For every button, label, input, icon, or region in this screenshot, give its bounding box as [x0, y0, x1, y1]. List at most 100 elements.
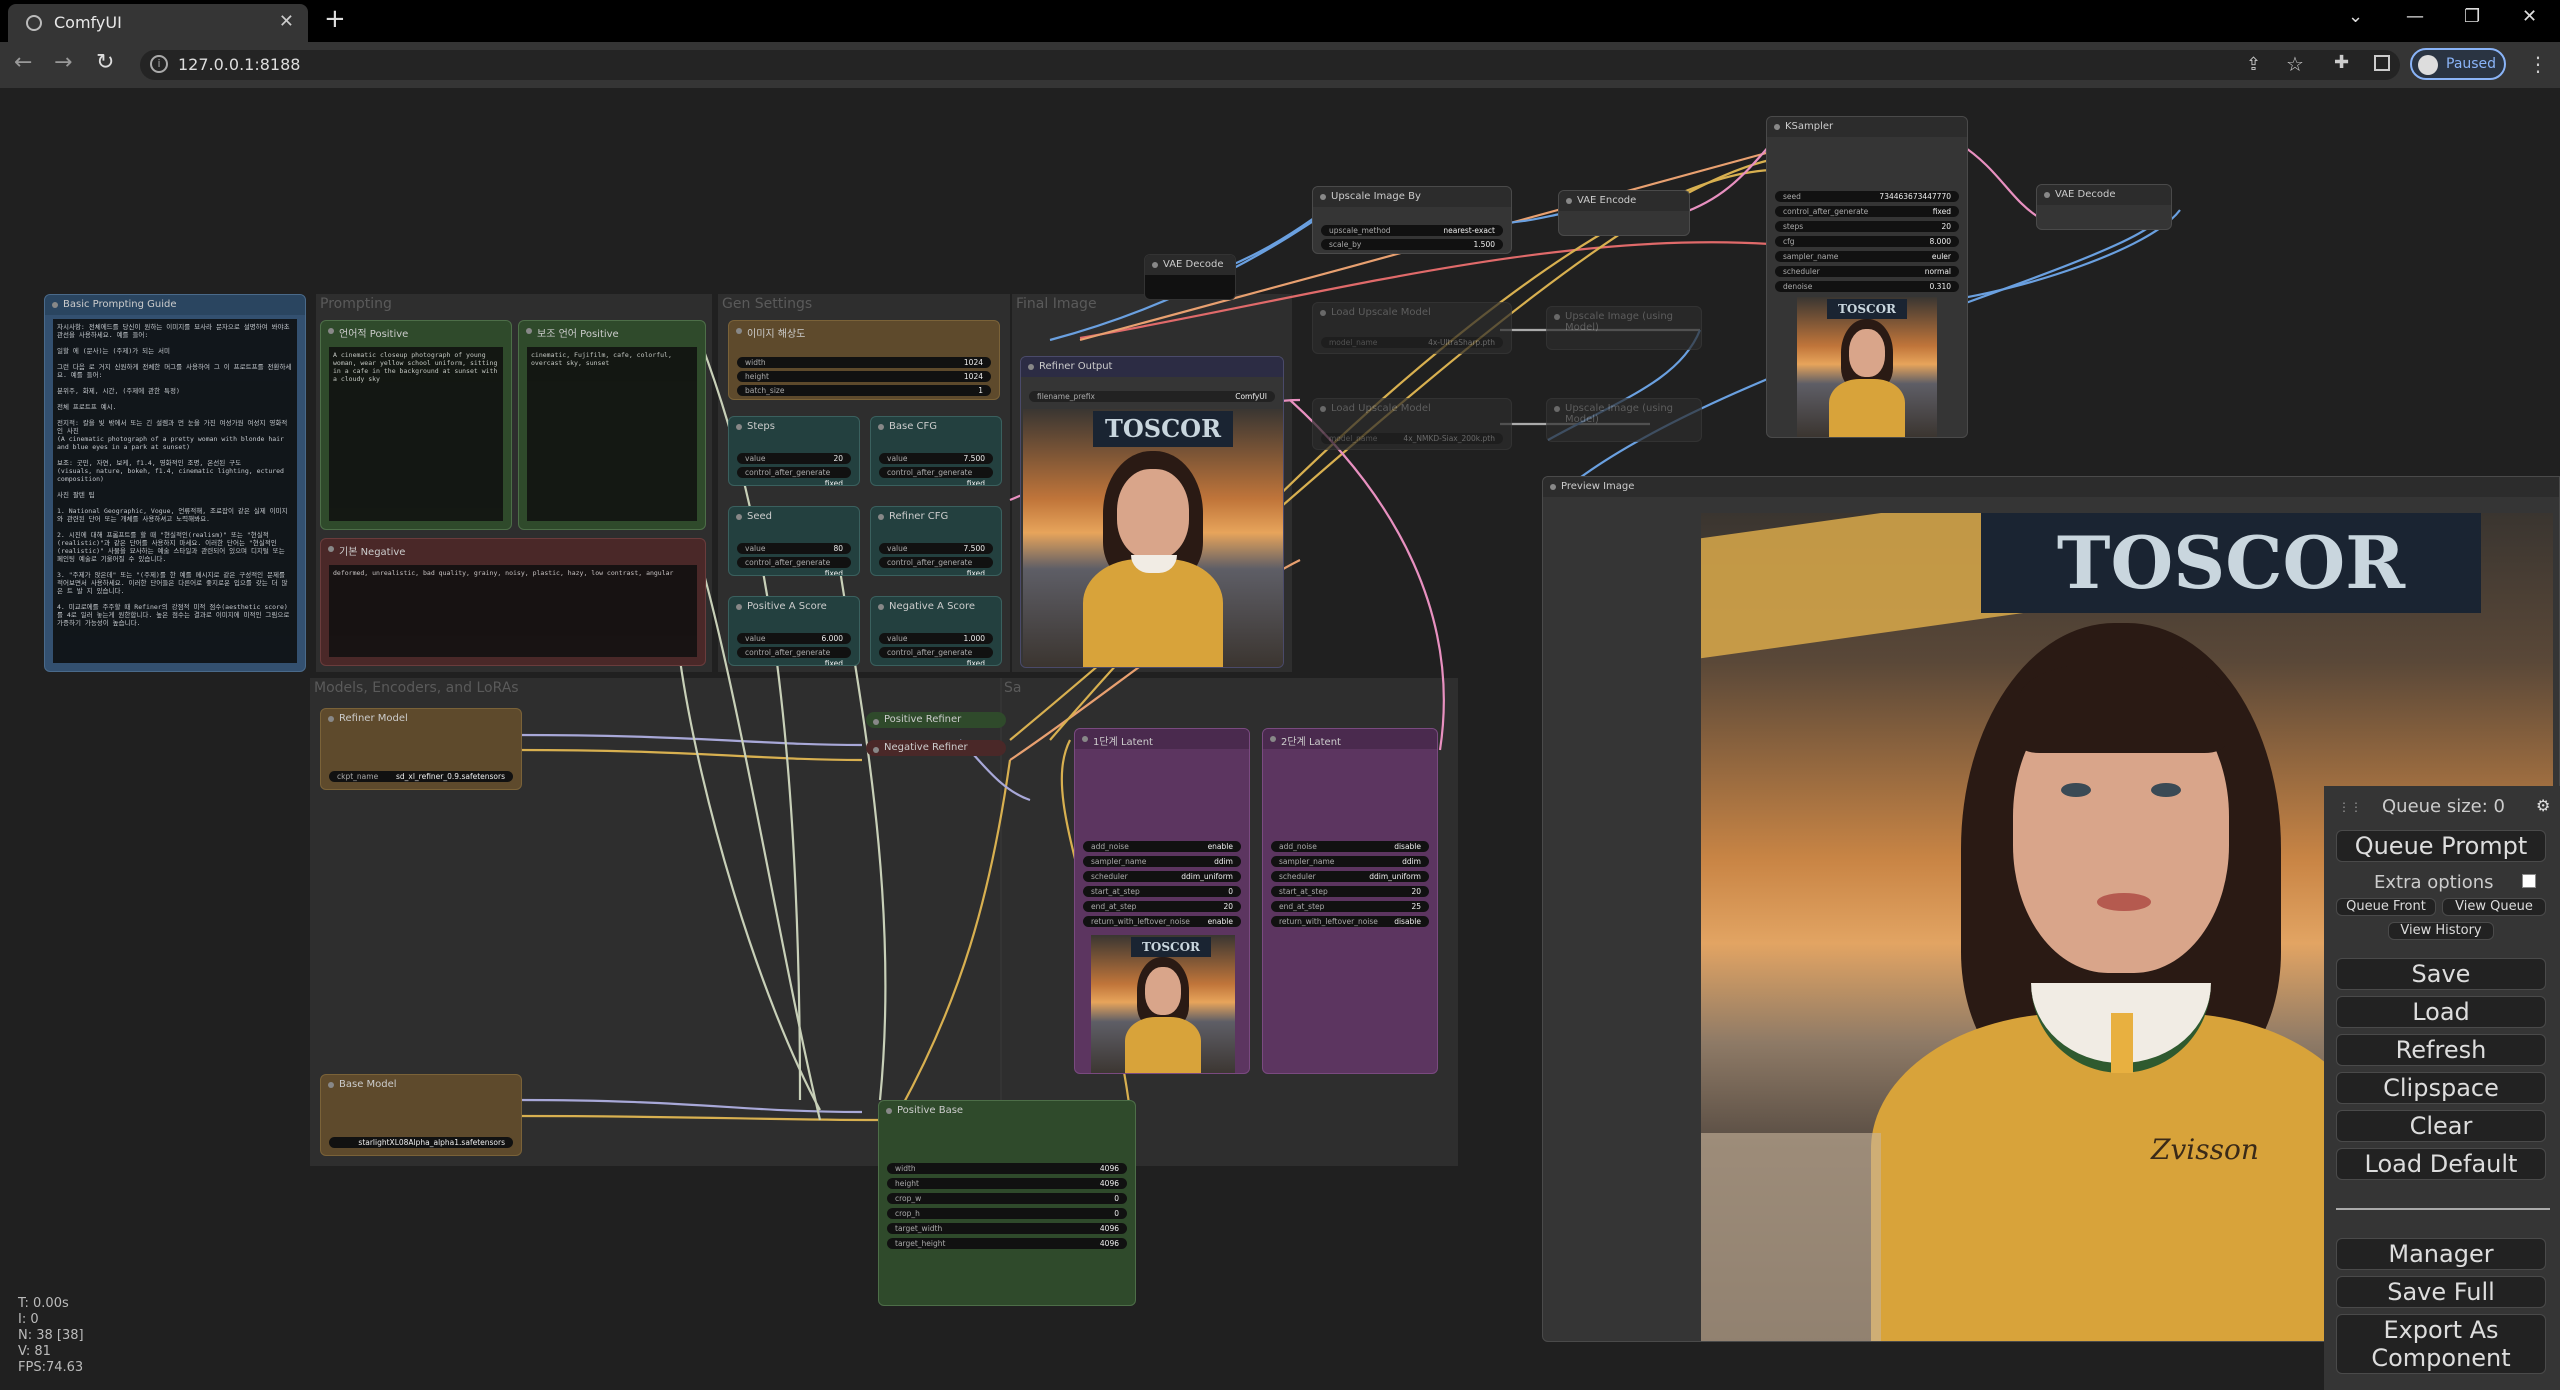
- save-button[interactable]: Save: [2336, 958, 2546, 990]
- cfg-widget[interactable]: cfg 8.000: [1775, 236, 1959, 247]
- pos-score-value-widget[interactable]: value 6.000: [737, 633, 851, 644]
- guide-textarea[interactable]: 자시사항: 전체에드를 당신이 원하는 이미지를 묘사라 문자으로 설명하여 봐…: [53, 319, 297, 663]
- batch-size-widget[interactable]: batch_size 1: [737, 385, 991, 396]
- view-queue-button[interactable]: View Queue: [2442, 898, 2546, 916]
- base-cfg-node[interactable]: Base CFG value 7.500 control_after_genera…: [870, 416, 1002, 486]
- queue-prompt-button[interactable]: Queue Prompt: [2336, 830, 2546, 862]
- add-noise-widget[interactable]: add_noise disable: [1271, 841, 1429, 852]
- upscale-using-model-node[interactable]: Upscale Image (using Model): [1546, 306, 1702, 350]
- refiner-ckpt-widget[interactable]: ckpt_name sd_xl_refiner_0.9.safetensors: [329, 771, 513, 782]
- refiner-output-node[interactable]: Refiner Output filename_prefix ComfyUI TO…: [1020, 356, 1284, 668]
- filename-prefix-widget[interactable]: filename_prefix ComfyUI: [1029, 391, 1275, 402]
- seed-widget[interactable]: seed 734463673447770: [1775, 191, 1959, 202]
- target-width-widget[interactable]: target_width 4096: [887, 1223, 1127, 1234]
- width-widget[interactable]: width 4096: [887, 1163, 1127, 1174]
- clipspace-button[interactable]: Clipspace: [2336, 1072, 2546, 1104]
- negative-prompt-node[interactable]: 기본 Negative deformed, unrealistic, bad q…: [320, 538, 706, 666]
- base-cfg-value-widget[interactable]: value 7.500: [879, 453, 993, 464]
- sampler-name-widget[interactable]: sampler_name ddim: [1271, 856, 1429, 867]
- stage2-latent-node[interactable]: 2단계 Latent add_noise disable sampler_name…: [1262, 728, 1438, 1074]
- upscale-using-model-node-2[interactable]: Upscale Image (using Model): [1546, 398, 1702, 442]
- control-after-generate-widget[interactable]: control_after_generate fixed: [1775, 206, 1959, 217]
- seed-control-widget[interactable]: control_after_generate fixed: [737, 557, 851, 575]
- base-ckpt-widget[interactable]: starlightXL08Alpha_alpha1.safetensors: [329, 1137, 513, 1148]
- scheduler-widget[interactable]: scheduler normal: [1775, 266, 1959, 277]
- steps-widget[interactable]: steps 20: [1775, 221, 1959, 232]
- auxiliary-positive-prompt-node[interactable]: 보조 언어 Positive cinematic, Fujifilm, cafe…: [518, 320, 706, 530]
- refiner-cfg-node[interactable]: Refiner CFG value 7.500 control_after_gen…: [870, 506, 1002, 576]
- model-name-widget[interactable]: model_name 4x-UltraSharp.pth: [1321, 337, 1503, 348]
- upscale-method-widget[interactable]: upscale_method nearest-exact: [1321, 225, 1503, 236]
- negative-prompt-textarea[interactable]: deformed, unrealistic, bad quality, grai…: [329, 565, 697, 657]
- load-upscale-model-node[interactable]: Load Upscale Model model_name 4x-UltraSha…: [1312, 302, 1512, 354]
- ksampler-node[interactable]: KSampler seed 734463673447770 control_aft…: [1766, 116, 1968, 438]
- clear-button[interactable]: Clear: [2336, 1110, 2546, 1142]
- steps-control-widget[interactable]: control_after_generate fixed: [737, 467, 851, 485]
- neg-score-value-widget[interactable]: value 1.000: [879, 633, 993, 644]
- basic-prompting-guide-node[interactable]: Basic Prompting Guide 자시사항: 전체에드를 당신이 원하…: [44, 294, 306, 672]
- refiner-cfg-value-widget[interactable]: value 7.500: [879, 543, 993, 554]
- refresh-button[interactable]: Refresh: [2336, 1034, 2546, 1066]
- add-noise-widget[interactable]: add_noise enable: [1083, 841, 1241, 852]
- widget-value: fixed: [824, 659, 843, 666]
- drag-handle-icon[interactable]: ⋮⋮: [2338, 800, 2362, 814]
- positive-prompt-node[interactable]: 언어적 Positive A cinematic closeup photogr…: [320, 320, 512, 530]
- crop-h-widget[interactable]: crop_h 0: [887, 1208, 1127, 1219]
- negative-refiner-node[interactable]: Negative Refiner: [866, 740, 1006, 756]
- settings-gear-icon[interactable]: ⚙: [2536, 796, 2550, 815]
- view-history-button[interactable]: View History: [2388, 922, 2494, 940]
- target-height-widget[interactable]: target_height 4096: [887, 1238, 1127, 1249]
- refiner-cfg-control-widget[interactable]: control_after_generate fixed: [879, 557, 993, 575]
- sampler-name-widget[interactable]: sampler_name ddim: [1083, 856, 1241, 867]
- stage1-latent-node[interactable]: 1단계 Latent add_noise enable sampler_name d…: [1074, 728, 1250, 1074]
- steps-value-widget[interactable]: value 20: [737, 453, 851, 464]
- height-widget[interactable]: height 4096: [887, 1178, 1127, 1189]
- end-at-step-widget[interactable]: end_at_step 25: [1271, 901, 1429, 912]
- crop-w-widget[interactable]: crop_w 0: [887, 1193, 1127, 1204]
- load-default-button[interactable]: Load Default: [2336, 1148, 2546, 1180]
- vae-encode-node[interactable]: VAE Encode: [1558, 190, 1690, 236]
- denoise-widget[interactable]: denoise 0.310: [1775, 281, 1959, 292]
- auxiliary-prompt-textarea[interactable]: cinematic, Fujifilm, cafe, colorful, ove…: [527, 347, 697, 521]
- scheduler-widget[interactable]: scheduler ddim_uniform: [1083, 871, 1241, 882]
- queue-front-button[interactable]: Queue Front: [2336, 898, 2436, 916]
- load-button[interactable]: Load: [2336, 996, 2546, 1028]
- model-name-widget[interactable]: model_name 4x_NMKD-Siax_200k.pth: [1321, 433, 1503, 444]
- start-at-step-widget[interactable]: start_at_step 20: [1271, 886, 1429, 897]
- manager-button[interactable]: Manager: [2336, 1238, 2546, 1270]
- scheduler-widget[interactable]: scheduler ddim_uniform: [1271, 871, 1429, 882]
- vae-decode-right-node[interactable]: VAE Decode: [2036, 184, 2172, 230]
- node-title: Negative Refiner: [866, 740, 1006, 756]
- height-widget[interactable]: height 1024: [737, 371, 991, 382]
- sampler-name-widget[interactable]: sampler_name euler: [1775, 251, 1959, 262]
- image-size-node[interactable]: 이미지 해상도 width 1024 height 1024 batch_size 1: [728, 320, 1000, 400]
- end-at-step-widget[interactable]: end_at_step 20: [1083, 901, 1241, 912]
- positive-prompt-textarea[interactable]: A cinematic closeup photograph of young …: [329, 347, 503, 521]
- queue-panel[interactable]: ⋮⋮ Queue size: 0 ⚙ Queue Prompt Extra op…: [2324, 786, 2560, 1390]
- upscale-image-by-node[interactable]: Upscale Image By upscale_method nearest-e…: [1312, 186, 1512, 254]
- node-title: Positive Base: [879, 1101, 1135, 1121]
- pos-score-control-widget[interactable]: control_after_generate fixed: [737, 647, 851, 665]
- scale-by-widget[interactable]: scale_by 1.500: [1321, 239, 1503, 250]
- negative-a-score-node[interactable]: Negative A Score value 1.000 control_afte…: [870, 596, 1002, 666]
- positive-refiner-node[interactable]: Positive Refiner: [866, 712, 1006, 728]
- export-as-component-button[interactable]: Export As Component: [2336, 1314, 2546, 1374]
- steps-node[interactable]: Steps value 20 control_after_generate fixe…: [728, 416, 860, 486]
- return-leftover-noise-widget[interactable]: return_with_leftover_noise disable: [1271, 916, 1429, 927]
- base-cfg-control-widget[interactable]: control_after_generate fixed: [879, 467, 993, 485]
- base-model-node[interactable]: Base Model starlightXL08Alpha_alpha1.saf…: [320, 1074, 522, 1156]
- vae-decode-node[interactable]: VAE Decode: [1144, 254, 1236, 300]
- width-widget[interactable]: width 1024: [737, 357, 991, 368]
- refiner-model-node[interactable]: Refiner Model ckpt_name sd_xl_refiner_0.9…: [320, 708, 522, 790]
- load-upscale-model-node-2[interactable]: Load Upscale Model model_name 4x_NMKD-Sia…: [1312, 398, 1512, 450]
- save-full-button[interactable]: Save Full: [2336, 1276, 2546, 1308]
- seed-node[interactable]: Seed value 80 control_after_generate fixed: [728, 506, 860, 576]
- seed-value-widget[interactable]: value 80: [737, 543, 851, 554]
- start-at-step-widget[interactable]: start_at_step 0: [1083, 886, 1241, 897]
- widget-label: steps: [1783, 222, 1804, 231]
- positive-a-score-node[interactable]: Positive A Score value 6.000 control_afte…: [728, 596, 860, 666]
- positive-base-node[interactable]: Positive Base width 4096 height 4096 crop_…: [878, 1100, 1136, 1306]
- return-leftover-noise-widget[interactable]: return_with_leftover_noise enable: [1083, 916, 1241, 927]
- neg-score-control-widget[interactable]: control_after_generate fixed: [879, 647, 993, 665]
- extra-options-checkbox[interactable]: [2522, 874, 2536, 888]
